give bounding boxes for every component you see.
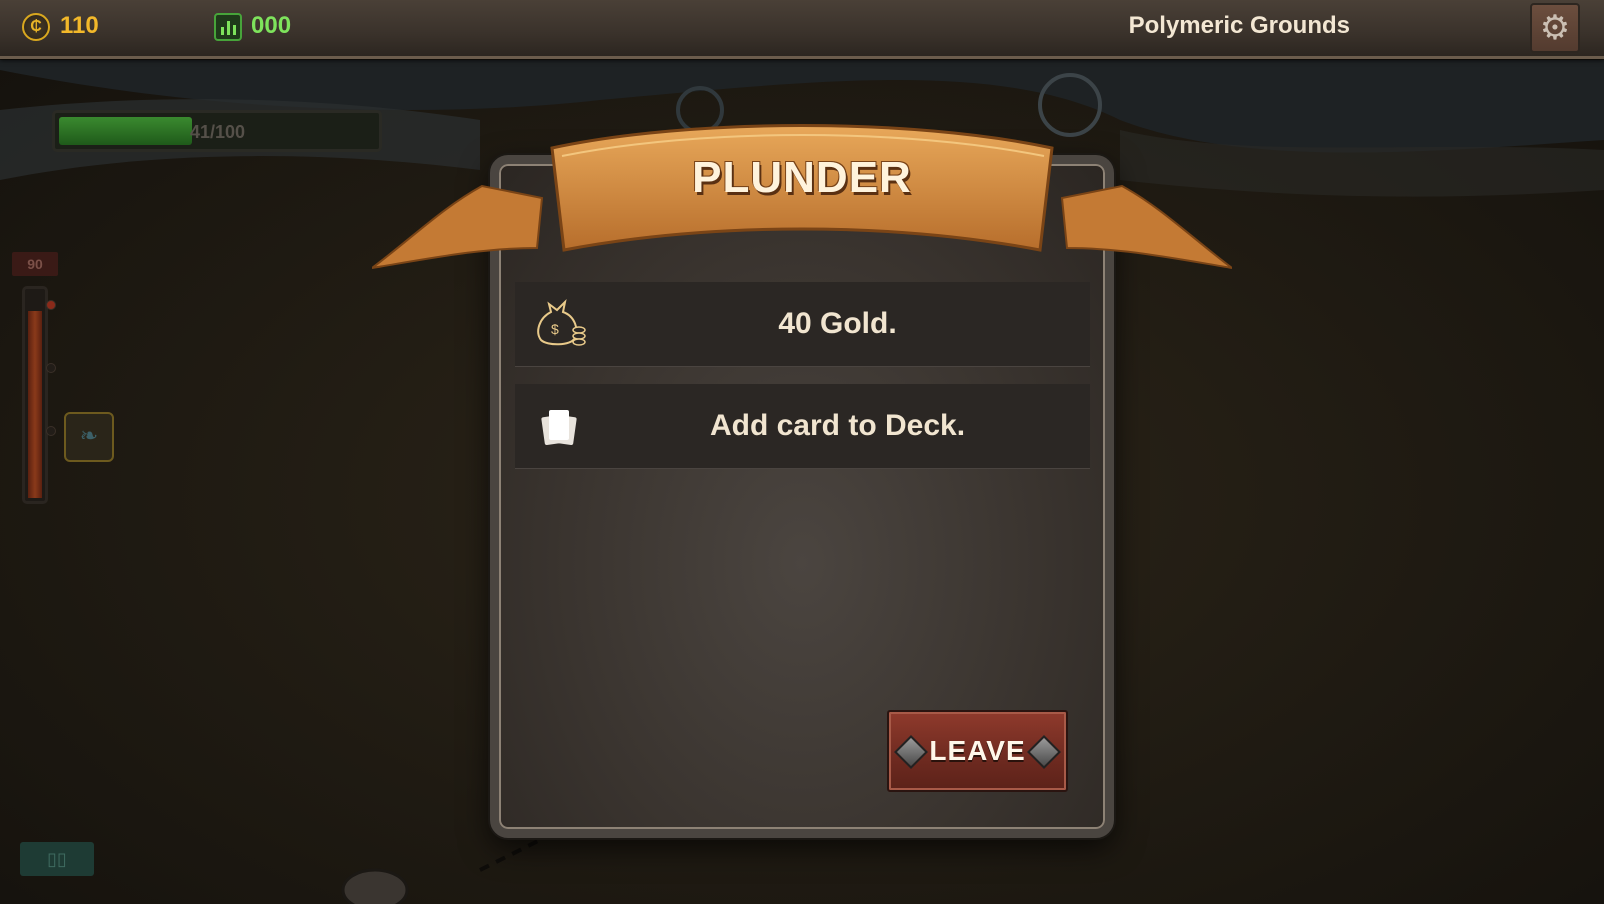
relic-icon: ❧ (79, 423, 99, 448)
health-bar-fill (59, 117, 192, 145)
gold-counter: 110 (60, 12, 99, 39)
relic-slot[interactable]: ❧ (64, 412, 114, 462)
vertical-meter-fill (28, 311, 42, 498)
gear-icon: ⚙ (1539, 9, 1571, 47)
location-title: Polymeric Grounds (1128, 12, 1350, 39)
reward-card[interactable]: Add card to Deck. (515, 384, 1090, 468)
cards-icon: ▯▯ (47, 849, 67, 869)
meter-marker (46, 300, 56, 310)
reward-label: Add card to Deck. (709, 409, 966, 442)
meter-marker (46, 426, 56, 436)
meter-value-tag: 90 (12, 252, 58, 276)
health-bar: 41/100 (52, 110, 382, 152)
reward-gold[interactable]: $ 40 Gold. (515, 282, 1090, 366)
leave-button[interactable]: LEAVE (887, 710, 1068, 792)
top-bar: ₵ 110 000 Polymeric Grounds ⚙ (0, 0, 1604, 59)
vertical-meter (22, 286, 48, 504)
title-banner (372, 124, 1232, 269)
dialog-title: PLUNDER (692, 153, 912, 202)
deck-button[interactable]: ▯▯ (20, 842, 94, 876)
reward-label: 40 Gold. (778, 307, 897, 340)
gold-coin-icon: ₵ (22, 13, 50, 41)
meter-marker (46, 363, 56, 373)
leave-label: LEAVE (929, 735, 1026, 766)
score-counter: 000 (251, 12, 292, 39)
settings-button[interactable]: ⚙ (1530, 3, 1580, 53)
health-text: 41/100 (190, 122, 246, 142)
bar-chart-icon (214, 13, 242, 41)
